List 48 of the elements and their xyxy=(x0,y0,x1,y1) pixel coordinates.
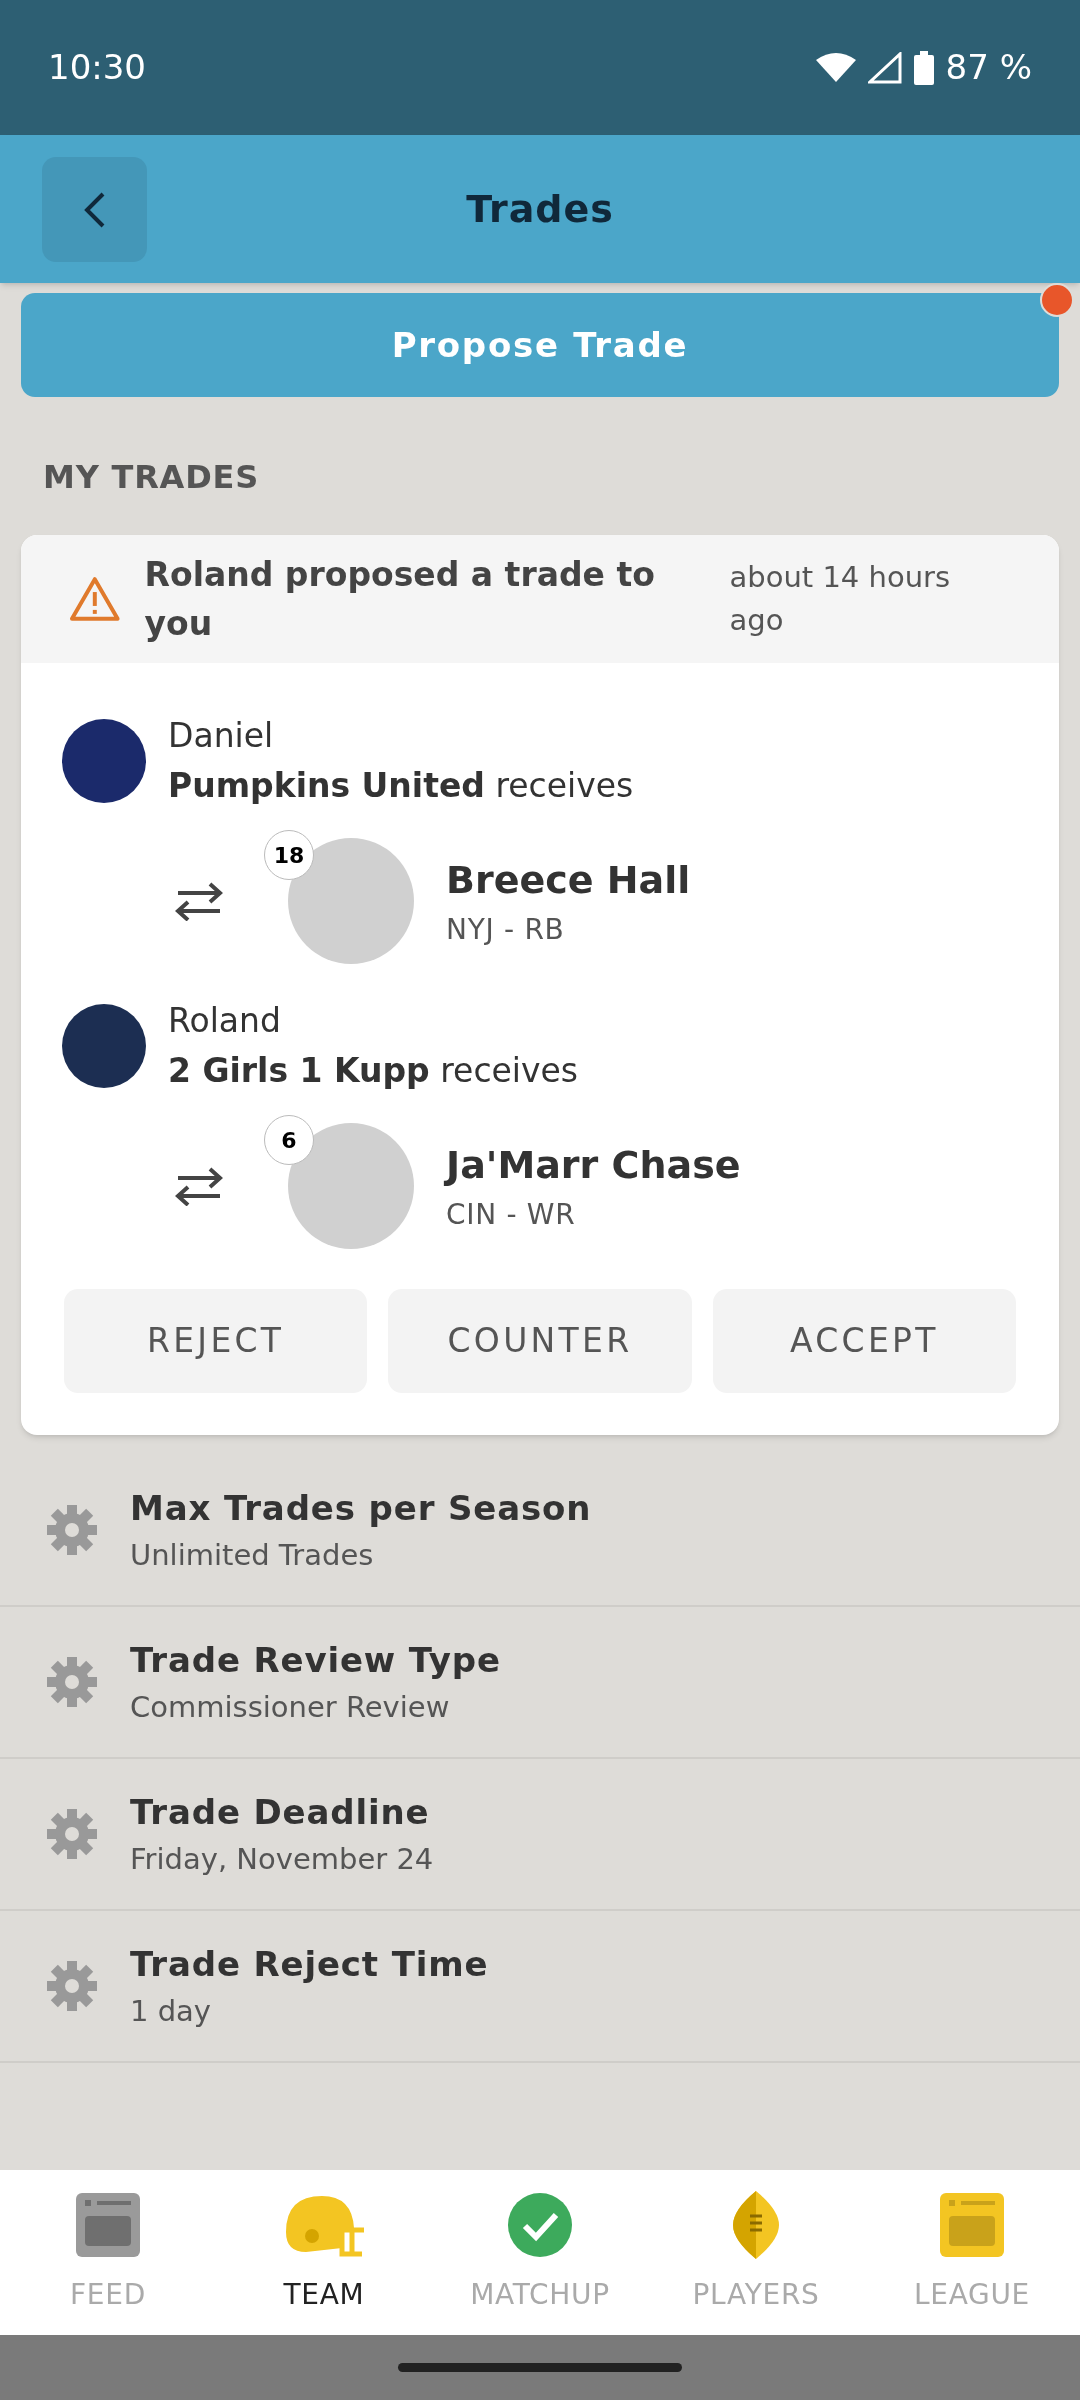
swap-arrows-icon xyxy=(174,1166,224,1206)
setting-title: Trade Reject Time xyxy=(130,1942,489,1986)
trade-action-button[interactable]: REJECT xyxy=(64,1289,368,1393)
setting-title: Trade Review Type xyxy=(130,1638,501,1682)
signal-icon xyxy=(867,51,902,84)
settings-icon xyxy=(46,1960,98,2012)
setting-row[interactable]: Max Trades per Season Unlimited Trades xyxy=(0,1455,1080,1607)
warning-icon xyxy=(69,576,121,622)
owner-name: Roland xyxy=(168,1000,282,1042)
team-receives-text: Pumpkins United receives xyxy=(168,764,634,807)
back-button[interactable] xyxy=(42,157,147,262)
setting-row[interactable]: Trade Reject Time 1 day xyxy=(0,1911,1080,2063)
player-name[interactable]: Breece Hall xyxy=(446,851,691,909)
settings-icon xyxy=(46,1808,98,1860)
nav-tab[interactable]: TEAM xyxy=(216,2170,432,2335)
settings-icon xyxy=(46,1656,98,1708)
settings-icon xyxy=(46,1504,98,1556)
player-position: CIN - WR xyxy=(446,1196,577,1233)
wifi-icon xyxy=(815,51,856,84)
player-rank-badge: 6 xyxy=(264,1115,314,1165)
check-circle-icon xyxy=(507,2191,573,2258)
player-position: NYJ - RB xyxy=(446,911,566,948)
team-receives-text: 2 Girls 1 Kupp receives xyxy=(168,1049,579,1092)
setting-row[interactable]: Trade Review Type Commissioner Review xyxy=(0,1607,1080,1759)
section-title: MY TRADES xyxy=(43,458,260,496)
player-name[interactable]: Ja'Marr Chase xyxy=(446,1136,741,1194)
trade-time: about 14 hours ago xyxy=(729,558,952,639)
gesture-handle[interactable] xyxy=(398,2363,682,2372)
setting-value: 1 day xyxy=(130,1992,212,2030)
battery-icon xyxy=(913,50,934,85)
setting-title: Trade Deadline xyxy=(130,1790,431,1834)
trade-action-button[interactable]: ACCEPT xyxy=(712,1289,1016,1393)
trade-action-button[interactable]: COUNTER xyxy=(388,1289,692,1393)
battery-level: 87 % xyxy=(945,46,1032,89)
setting-title: Max Trades per Season xyxy=(130,1486,592,1530)
card-icon xyxy=(939,2191,1005,2258)
football-icon xyxy=(733,2189,779,2260)
setting-value: Friday, November 24 xyxy=(130,1840,434,1878)
page-title: Trades xyxy=(466,185,614,233)
setting-value: Commissioner Review xyxy=(130,1688,451,1726)
setting-value: Unlimited Trades xyxy=(130,1536,375,1574)
trade-message: Roland proposed a trade to you xyxy=(144,553,656,645)
player-rank-badge: 18 xyxy=(264,830,314,880)
newspaper-icon xyxy=(75,2191,141,2258)
setting-row[interactable]: Trade Deadline Friday, November 24 xyxy=(0,1759,1080,1911)
swap-arrows-icon xyxy=(174,881,224,921)
status-time: 10:30 xyxy=(48,46,146,89)
owner-name: Daniel xyxy=(168,715,275,757)
